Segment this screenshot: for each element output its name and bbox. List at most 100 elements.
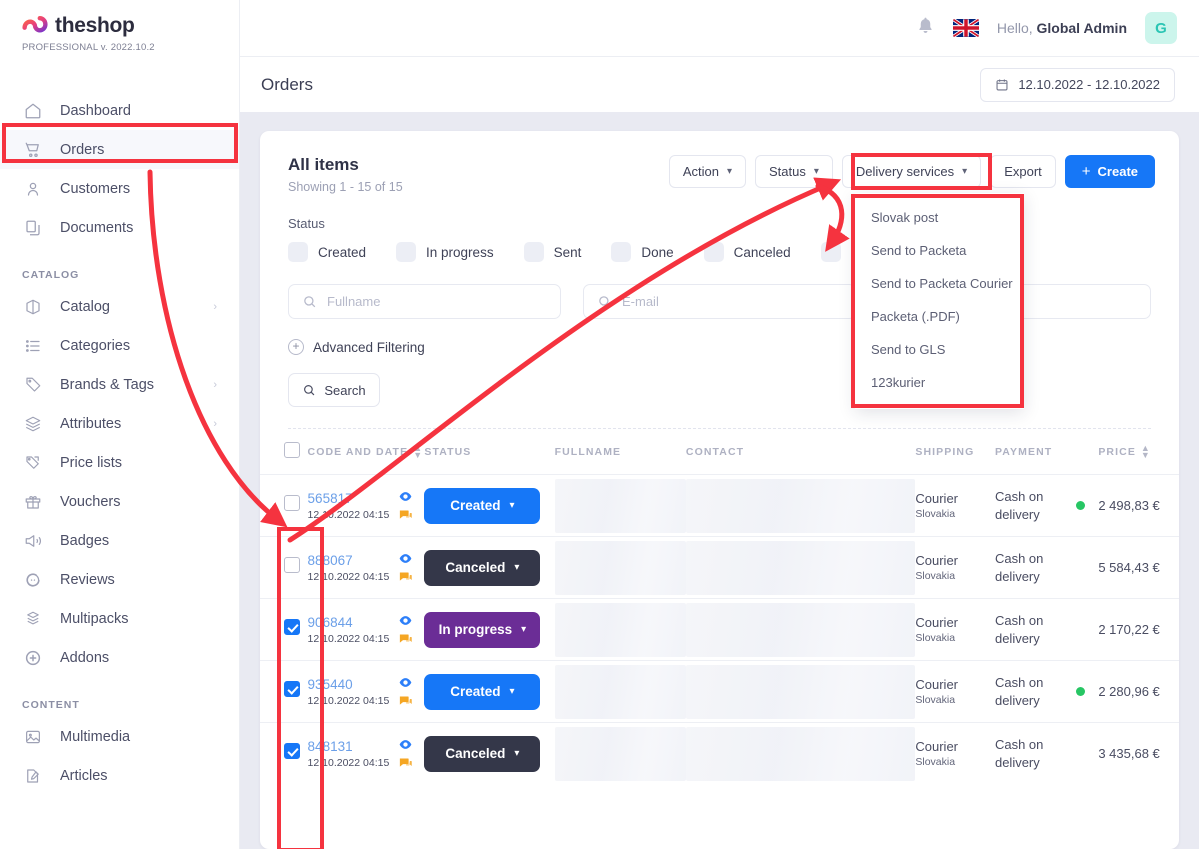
status-option-label: Done — [641, 244, 674, 260]
brand-block: theshop PROFESSIONAL v. 2022.10.2 — [0, 0, 239, 53]
view-icon[interactable] — [398, 551, 413, 566]
comment-icon[interactable] — [398, 632, 413, 647]
status-option-canceled[interactable]: Canceled — [703, 242, 791, 262]
sidebar-item-badges[interactable]: Badges — [0, 521, 239, 560]
sidebar-item-articles[interactable]: Articles — [0, 756, 239, 795]
sidebar-item-dashboard[interactable]: Dashboard — [0, 91, 239, 130]
avatar[interactable]: G — [1145, 12, 1177, 44]
table-row[interactable]: 888067 12.10.2022 04:15 Canceled ▾ Couri… — [260, 536, 1179, 599]
row-code-cell: 848131 12.10.2022 04:15 — [307, 722, 425, 785]
date-range-picker[interactable]: 12.10.2022 - 12.10.2022 — [980, 67, 1175, 102]
brand-name: theshop — [55, 14, 135, 37]
checkbox[interactable] — [820, 242, 841, 262]
order-code-link[interactable]: 565817 — [308, 491, 390, 506]
status-option-done[interactable]: Done — [611, 242, 674, 262]
search-button[interactable]: Search — [288, 373, 380, 407]
fullname-input[interactable] — [327, 294, 547, 309]
status-badge[interactable]: In progress ▾ — [424, 611, 541, 648]
status-badge[interactable]: Canceled ▾ — [424, 549, 541, 586]
row-checkbox[interactable] — [284, 619, 300, 635]
status-badge[interactable]: Created ▾ — [424, 487, 541, 524]
sidebar-item-label: Orders — [60, 141, 105, 158]
delivery-menu-item-send-to-gls[interactable]: Send to GLS — [855, 333, 1024, 366]
delivery-menu-item-slovak-post[interactable]: Slovak post — [855, 201, 1024, 234]
order-code-link[interactable]: 935440 — [308, 677, 390, 692]
delivery-menu-item-send-to-packeta-courier[interactable]: Send to Packeta Courier — [855, 267, 1024, 300]
sidebar-item-addons[interactable]: Addons — [0, 638, 239, 677]
table-row[interactable]: 565817 12.10.2022 04:15 Created ▾ Courie… — [260, 474, 1179, 537]
sort-icon[interactable]: ▲ ▼ — [1141, 444, 1151, 459]
delivery-menu-item-packeta-pdf[interactable]: Packeta (.PDF) — [855, 300, 1024, 333]
status-option-created[interactable]: Created — [288, 242, 366, 262]
row-checkbox[interactable] — [284, 743, 300, 760]
th-code-and-date[interactable]: CODE AND DATE ▲ ▼ — [308, 429, 425, 475]
view-icon[interactable] — [398, 737, 413, 752]
email-field[interactable] — [583, 284, 856, 319]
comment-icon[interactable] — [398, 508, 413, 523]
order-code-link[interactable]: 848131 — [308, 739, 390, 754]
sidebar-item-multimedia[interactable]: Multimedia — [0, 717, 239, 756]
uk-flag-icon[interactable] — [952, 19, 979, 37]
checkbox[interactable] — [288, 242, 308, 262]
order-price: 2 170,22 € — [1098, 621, 1160, 637]
view-icon[interactable] — [398, 613, 413, 628]
export-button[interactable]: Export — [990, 155, 1056, 188]
delivery-menu-item-send-to-packeta[interactable]: Send to Packeta — [855, 234, 1024, 267]
sidebar-item-label: Attributes — [60, 415, 122, 432]
sidebar-item-documents[interactable]: Documents — [0, 208, 239, 247]
fullname-field[interactable] — [288, 284, 561, 319]
row-payment-cell: Cash on delivery — [994, 660, 1076, 723]
row-checkbox[interactable] — [284, 557, 300, 573]
sidebar-item-categories[interactable]: Categories — [0, 326, 239, 365]
sidebar-item-label: Documents — [60, 219, 134, 236]
row-status-cell: Canceled ▾ — [424, 722, 555, 785]
card-heading: All items — [288, 155, 359, 174]
sidebar-item-label: Price lists — [60, 454, 123, 471]
sidebar-item-multipacks[interactable]: Multipacks — [0, 599, 239, 638]
sidebar-item-reviews[interactable]: Reviews — [0, 560, 239, 599]
bell-icon[interactable] — [916, 16, 935, 40]
order-code-link[interactable]: 906844 — [308, 615, 390, 630]
status-badge[interactable]: Canceled ▾ — [424, 735, 541, 772]
sidebar-item-orders[interactable]: Orders — [0, 130, 239, 169]
comment-icon[interactable] — [398, 694, 413, 709]
comment-icon[interactable] — [398, 756, 413, 771]
status-dropdown-button[interactable]: Status ▾ — [755, 155, 833, 188]
plus-circle-icon — [22, 647, 44, 669]
view-icon[interactable] — [398, 675, 413, 690]
comment-icon[interactable] — [398, 570, 413, 585]
row-code-cell: 935440 12.10.2022 04:15 — [307, 660, 425, 723]
table-row[interactable]: 848131 12.10.2022 04:15 Canceled ▾ Couri… — [260, 722, 1179, 785]
table-row[interactable]: 906844 12.10.2022 04:15 In progress ▾ Co… — [260, 598, 1179, 661]
view-icon[interactable] — [398, 489, 413, 504]
table-row[interactable]: 935440 12.10.2022 04:15 Created ▾ Courie… — [260, 660, 1179, 723]
checkbox[interactable] — [396, 242, 417, 262]
row-checkbox[interactable] — [284, 495, 300, 511]
order-code-link[interactable]: 888067 — [308, 553, 390, 568]
row-payment-cell: Cash on delivery — [994, 536, 1076, 599]
sidebar-item-price-lists[interactable]: Price lists — [0, 443, 239, 482]
select-all-checkbox[interactable] — [284, 442, 300, 458]
sidebar-item-attributes[interactable]: Attributes › — [0, 404, 239, 443]
status-badge[interactable]: Created ▾ — [424, 673, 541, 710]
checkbox[interactable] — [523, 242, 544, 262]
th-price[interactable]: PRICE ▲ ▼ — [1098, 429, 1179, 475]
sort-icon[interactable]: ▲ ▼ — [413, 444, 423, 459]
checkbox[interactable] — [611, 242, 632, 262]
advanced-filtering-toggle[interactable]: + Advanced Filtering — [260, 319, 1179, 355]
delivery-menu-item-123kurier[interactable]: 123kurier — [855, 366, 1024, 399]
status-option-sent[interactable]: Sent — [523, 242, 581, 262]
sidebar-item-customers[interactable]: Customers — [0, 169, 239, 208]
email-input[interactable] — [622, 294, 842, 309]
sidebar-item-brands-tags[interactable]: Brands & Tags › — [0, 365, 239, 404]
delivery-services-dropdown-button[interactable]: Delivery services ▾ — [841, 155, 982, 188]
status-option-in-progress[interactable]: In progress — [396, 242, 494, 262]
create-button[interactable]: + Create — [1064, 155, 1155, 188]
search-icon — [302, 383, 316, 397]
checkbox[interactable] — [703, 242, 724, 262]
sidebar-item-catalog[interactable]: Catalog › — [0, 287, 239, 326]
row-checkbox[interactable] — [284, 681, 300, 697]
sidebar-item-vouchers[interactable]: Vouchers — [0, 482, 239, 521]
row-code-cell: 565817 12.10.2022 04:15 — [307, 474, 425, 537]
action-dropdown-button[interactable]: Action ▾ — [668, 155, 747, 188]
